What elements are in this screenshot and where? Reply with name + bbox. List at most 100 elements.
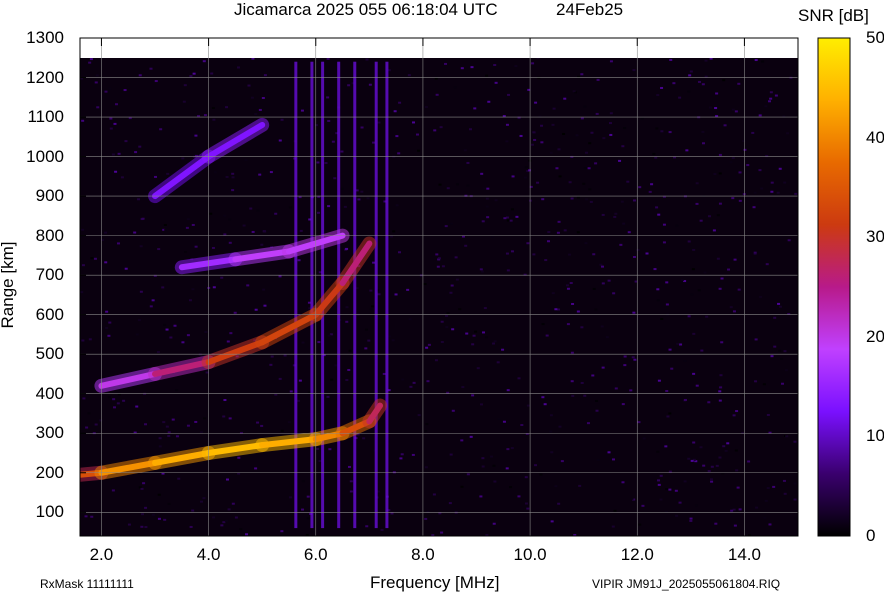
noise-speck — [184, 251, 188, 254]
noise-speck — [589, 200, 593, 203]
noise-speck — [278, 377, 282, 380]
noise-speck — [138, 145, 142, 148]
noise-speck — [263, 304, 267, 307]
noise-speck — [554, 308, 558, 311]
noise-speck — [347, 465, 351, 468]
noise-speck — [656, 299, 660, 302]
noise-speck — [283, 354, 287, 357]
noise-speck — [591, 374, 595, 377]
noise-speck — [300, 109, 304, 112]
noise-speck — [526, 404, 530, 407]
noise-speck — [186, 218, 190, 221]
noise-speck — [225, 478, 229, 481]
noise-speck — [260, 424, 264, 427]
noise-speck — [551, 292, 555, 295]
noise-speck — [748, 38, 751, 40]
noise-speck — [469, 435, 473, 438]
noise-speck — [327, 334, 331, 337]
noise-speck — [438, 183, 442, 186]
noise-speck — [614, 212, 618, 215]
noise-speck — [623, 364, 627, 367]
noise-speck — [192, 72, 196, 75]
noise-speck — [392, 230, 396, 233]
noise-speck — [212, 118, 216, 121]
noise-speck — [254, 467, 258, 470]
noise-speck — [203, 417, 207, 420]
noise-speck — [231, 176, 235, 179]
noise-speck — [505, 467, 509, 470]
noise-speck — [550, 451, 554, 454]
noise-speck — [188, 299, 192, 302]
noise-speck — [609, 60, 613, 63]
noise-speck — [531, 62, 535, 65]
noise-speck — [297, 259, 301, 262]
noise-speck — [182, 100, 186, 103]
noise-speck — [660, 130, 664, 133]
noise-speck — [733, 524, 737, 527]
noise-speck — [120, 176, 124, 179]
x-tick-label: 14.0 — [727, 545, 761, 564]
noise-speck — [242, 224, 246, 227]
noise-speck — [596, 459, 600, 462]
noise-speck — [612, 292, 616, 295]
noise-speck — [345, 247, 349, 250]
noise-speck — [715, 92, 719, 95]
noise-speck — [399, 53, 402, 55]
noise-speck — [578, 484, 582, 487]
noise-speck — [233, 311, 237, 314]
noise-speck — [595, 409, 599, 412]
noise-speck — [426, 510, 430, 513]
noise-speck — [532, 131, 536, 134]
noise-speck — [557, 220, 561, 223]
noise-speck — [116, 402, 120, 405]
noise-speck — [571, 302, 575, 305]
noise-speck — [760, 187, 764, 190]
noise-speck — [701, 142, 705, 145]
noise-speck — [613, 215, 617, 218]
noise-speck — [672, 82, 676, 85]
noise-speck — [540, 141, 544, 144]
noise-speck — [137, 319, 141, 322]
noise-speck — [127, 523, 131, 526]
noise-speck — [393, 110, 397, 113]
noise-speck — [225, 106, 229, 109]
noise-speck — [536, 181, 540, 184]
noise-speck — [793, 440, 797, 443]
noise-speck — [368, 83, 372, 86]
noise-speck — [461, 386, 465, 389]
noise-speck — [164, 228, 168, 231]
noise-speck — [84, 515, 88, 518]
noise-speck — [254, 308, 258, 311]
noise-speck — [735, 469, 739, 472]
x-tick-label: 2.0 — [89, 545, 114, 564]
noise-speck — [716, 214, 720, 217]
noise-speck — [220, 524, 224, 527]
noise-speck — [527, 169, 531, 172]
noise-speck — [492, 522, 496, 525]
noise-speck — [343, 205, 347, 208]
noise-speck — [645, 252, 649, 255]
noise-speck — [113, 122, 117, 125]
noise-speck — [620, 200, 624, 203]
noise-speck — [175, 435, 179, 438]
noise-speck — [270, 355, 274, 358]
noise-speck — [596, 78, 600, 81]
noise-speck — [630, 497, 634, 500]
noise-speck — [81, 264, 85, 267]
noise-speck — [687, 315, 691, 318]
noise-speck — [163, 323, 167, 326]
noise-speck — [481, 465, 485, 468]
noise-speck — [189, 525, 193, 528]
noise-speck — [480, 403, 484, 406]
noise-speck — [149, 67, 153, 70]
noise-speck — [550, 520, 554, 523]
noise-speck — [731, 156, 735, 159]
noise-speck — [229, 332, 233, 335]
noise-speck — [340, 187, 344, 190]
noise-speck — [623, 355, 627, 358]
noise-speck — [304, 45, 307, 47]
noise-speck — [738, 508, 742, 511]
noise-speck — [114, 103, 118, 106]
noise-speck — [451, 409, 455, 412]
noise-speck — [200, 500, 204, 503]
